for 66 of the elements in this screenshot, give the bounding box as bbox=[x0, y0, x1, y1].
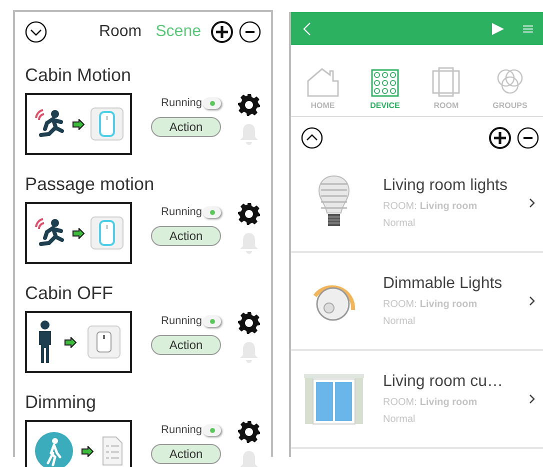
walking-person-icon bbox=[34, 431, 74, 467]
remove-button[interactable] bbox=[239, 21, 261, 43]
wall-switch-icon bbox=[90, 216, 124, 250]
house-icon bbox=[306, 67, 339, 97]
window-icon bbox=[303, 373, 365, 425]
action-button[interactable]: Action bbox=[151, 226, 221, 246]
device-status: Normal bbox=[383, 316, 416, 327]
device-name: Living room lights bbox=[383, 177, 508, 195]
add-button[interactable] bbox=[489, 127, 511, 149]
device-status: Normal bbox=[383, 414, 416, 425]
collapse-button[interactable] bbox=[25, 21, 47, 43]
device-row[interactable]: Living room cu… ROOM: Living room Normal bbox=[291, 351, 543, 449]
action-button[interactable]: Action bbox=[151, 444, 221, 464]
device-row[interactable]: Dimmable Lights ROOM: Living room Normal bbox=[291, 253, 543, 351]
menu-icon[interactable] bbox=[523, 24, 533, 32]
running-label: Running bbox=[161, 206, 202, 218]
panels-icon bbox=[431, 67, 462, 97]
action-button[interactable]: Action bbox=[151, 335, 221, 355]
header-tab[interactable]: Room bbox=[94, 23, 146, 41]
running-label: Running bbox=[161, 97, 202, 109]
scene-title: Cabin OFF bbox=[25, 282, 114, 305]
arrow-icon bbox=[72, 118, 85, 130]
device-status: Normal bbox=[383, 218, 416, 229]
device-name: Dimmable Lights bbox=[383, 275, 504, 293]
chevron-icon bbox=[529, 198, 535, 208]
room-name: Living room bbox=[420, 397, 478, 408]
remove-button[interactable] bbox=[517, 127, 539, 149]
play-icon[interactable] bbox=[491, 22, 505, 36]
room-label: ROOM: bbox=[383, 397, 417, 408]
scene-title: Dimming bbox=[25, 391, 98, 414]
scene-title: Cabin Motion bbox=[25, 64, 132, 87]
room-label: ROOM: bbox=[383, 201, 417, 212]
scene-title: Passage motion bbox=[25, 173, 156, 196]
running-toggle[interactable] bbox=[203, 98, 221, 108]
running-toggle[interactable] bbox=[203, 424, 221, 436]
settings-icon[interactable] bbox=[237, 93, 261, 117]
arrow-icon bbox=[72, 228, 85, 238]
arrow-icon bbox=[80, 446, 94, 456]
grid-icon bbox=[370, 69, 399, 97]
action-button[interactable]: Action bbox=[151, 117, 221, 137]
running-label: Running bbox=[161, 315, 202, 327]
wall-switch-icon bbox=[90, 107, 124, 141]
running-toggle[interactable] bbox=[203, 316, 221, 326]
arrow-icon bbox=[64, 336, 77, 348]
add-button[interactable] bbox=[211, 21, 233, 43]
chevron-icon bbox=[529, 296, 535, 306]
settings-icon[interactable] bbox=[237, 420, 261, 444]
running-label: Running bbox=[161, 424, 202, 436]
settings-icon[interactable] bbox=[237, 202, 261, 226]
running-toggle[interactable] bbox=[203, 206, 221, 218]
device-row[interactable]: Living room lights ROOM: Living room Normal bbox=[291, 155, 543, 253]
device-name: Living room cu… bbox=[383, 373, 504, 391]
scene-preview[interactable] bbox=[25, 311, 132, 373]
scene-preview[interactable] bbox=[25, 420, 132, 467]
standing-person-icon bbox=[36, 320, 54, 364]
room-name: Living room bbox=[420, 201, 478, 212]
room-label: ROOM: bbox=[383, 299, 417, 310]
chevron-icon bbox=[529, 394, 535, 404]
scene-preview[interactable] bbox=[25, 93, 132, 155]
checklist-icon bbox=[100, 436, 123, 466]
settings-icon[interactable] bbox=[237, 311, 261, 335]
back-icon[interactable] bbox=[303, 22, 311, 36]
room-name: Living room bbox=[420, 299, 478, 310]
wall-switch-icon bbox=[87, 325, 121, 359]
scene-preview[interactable] bbox=[25, 202, 132, 264]
expand-button[interactable] bbox=[301, 127, 323, 149]
